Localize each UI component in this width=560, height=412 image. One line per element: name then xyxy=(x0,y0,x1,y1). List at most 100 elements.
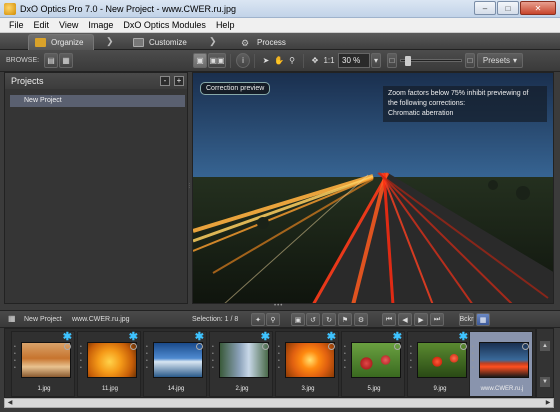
image-preview[interactable]: Correction preview Zoom factors below 75… xyxy=(192,72,554,304)
star-icon: ✱ xyxy=(458,331,468,343)
workflow-tabs: Organize ❯ Customize ❯ ⚙ Process xyxy=(0,33,560,50)
scroll-left-icon[interactable]: ◀ xyxy=(5,399,15,407)
projects-header: Projects - + xyxy=(5,73,187,89)
thumbnail[interactable]: • • • • ✱ 1.jpg xyxy=(11,331,75,397)
thumbnail-name: 11.jpg xyxy=(102,386,118,392)
thumbnail-name: 9.jpg xyxy=(433,386,447,392)
thumbnail[interactable]: • • • • ✱ 11.jpg xyxy=(77,331,141,397)
tab-organize-label: Organize xyxy=(51,38,84,47)
image-icon[interactable]: ▣ xyxy=(291,313,305,326)
menu-image[interactable]: Image xyxy=(83,20,118,30)
hand-icon[interactable]: ✋ xyxy=(273,53,285,68)
browse-folder-button[interactable]: ▤ xyxy=(44,53,58,68)
maximize-button[interactable]: □ xyxy=(497,1,519,15)
chevron-right-icon: ❯ xyxy=(209,36,217,46)
zoom-dropdown-button[interactable]: ▾ xyxy=(371,53,381,68)
status-icon xyxy=(522,343,529,350)
thumbnail[interactable]: • • • • ✱ 5.jpg xyxy=(341,331,405,397)
current-file-name: www.CWER.ru.jpg xyxy=(72,316,130,323)
gear-icon: ⚙ xyxy=(241,37,250,48)
filmstrip-scroll[interactable]: ▲ ▼ xyxy=(536,328,554,398)
zoom-small-icon: □ xyxy=(387,53,397,68)
scroll-up-icon[interactable]: ▲ xyxy=(540,341,550,351)
tab-organize[interactable]: Organize xyxy=(28,34,95,50)
close-button[interactable]: ✕ xyxy=(520,1,556,15)
thumbnail[interactable]: • • • • ✱ 9.jpg xyxy=(407,331,471,397)
chevron-right-icon: ❯ xyxy=(106,36,114,46)
star-icon: ✱ xyxy=(62,331,72,343)
filmstrip: • • • • ✱ 1.jpg • • • • ✱ 11.jpg • • • • ✱ 14.jpg… xyxy=(4,328,536,398)
menu-dxo-optics-modules[interactable]: DxO Optics Modules xyxy=(118,20,211,30)
horizontal-scrollbar[interactable]: ◀ ▶ xyxy=(4,398,554,408)
compare-view-button[interactable]: ▣▣ xyxy=(208,53,226,68)
thumbnail[interactable]: • • • • ✱ 14.jpg xyxy=(143,331,207,397)
status-icon xyxy=(328,343,335,350)
minimize-button[interactable]: – xyxy=(474,1,496,15)
flag-icon[interactable]: ⚑ xyxy=(338,313,352,326)
star-icon: ✱ xyxy=(326,331,336,343)
scroll-right-icon[interactable]: ▶ xyxy=(543,399,553,407)
last-image-icon[interactable]: ⏭ xyxy=(430,313,444,326)
star-icon: ✱ xyxy=(260,331,270,343)
menu-bar: File Edit View Image DxO Optics Modules … xyxy=(0,18,560,33)
thumbnail-name: 5.jpg xyxy=(367,386,381,392)
status-icon xyxy=(130,343,137,350)
add-project-button[interactable]: + xyxy=(174,76,184,86)
status-icon xyxy=(262,343,269,350)
fit-screen-icon[interactable]: ✥ xyxy=(309,53,321,68)
remove-project-button[interactable]: - xyxy=(160,76,170,86)
zoom-slider[interactable] xyxy=(400,56,462,66)
thumbnail-name: 3.jpg xyxy=(301,386,315,392)
pin-icon[interactable]: ⚲ xyxy=(266,313,280,326)
status-icon xyxy=(196,343,203,350)
projects-title: Projects xyxy=(11,76,44,86)
tab-customize[interactable]: Customize xyxy=(133,34,187,50)
thumbnail[interactable]: • • • • ✱ 2.jpg xyxy=(209,331,273,397)
thumbnail-name: 2.jpg xyxy=(235,386,249,392)
status-icon xyxy=(394,343,401,350)
zoom-note-line2: the following corrections: xyxy=(388,100,466,107)
settings-icon[interactable]: ⚙ xyxy=(354,313,368,326)
info-icon[interactable]: i xyxy=(236,53,250,68)
single-view-button[interactable]: ▣ xyxy=(193,53,207,68)
projects-panel: Projects - + New Project xyxy=(4,72,188,304)
zoom-icon[interactable]: ⚲ xyxy=(286,53,298,68)
thumbnail-name: www.CWER.ru.j xyxy=(480,386,524,392)
layout-icon[interactable]: ▦ xyxy=(476,313,490,326)
rotate-left-icon[interactable]: ↺ xyxy=(306,313,320,326)
next-image-icon[interactable]: ▶ xyxy=(414,313,428,326)
tab-process[interactable]: ⚙ Process xyxy=(241,34,286,50)
zoom-slider-thumb[interactable] xyxy=(405,56,411,66)
thumbnail[interactable]: • • • • ✱ 3.jpg xyxy=(275,331,339,397)
menu-edit[interactable]: Edit xyxy=(29,20,55,30)
scroll-down-icon[interactable]: ▼ xyxy=(540,377,550,387)
menu-help[interactable]: Help xyxy=(211,20,240,30)
tab-process-label: Process xyxy=(257,37,286,47)
star-icon: ✱ xyxy=(392,331,402,343)
browse-grid-button[interactable]: ▦ xyxy=(59,53,73,68)
app-icon xyxy=(4,3,16,15)
tag-icon[interactable]: ✦ xyxy=(251,313,265,326)
zoom-level-field[interactable]: 30 % xyxy=(338,53,370,68)
chevron-down-icon: ▾ xyxy=(513,56,518,65)
strip-resize-grip[interactable]: ••• xyxy=(274,303,283,309)
grip-icon: ▦ xyxy=(8,314,16,323)
zoom-note-line3: Chromatic aberration xyxy=(388,110,454,117)
previous-image-icon[interactable]: ◀ xyxy=(398,313,412,326)
one-to-one-button[interactable]: 1:1 xyxy=(322,53,336,68)
first-image-icon[interactable]: ⏮ xyxy=(382,313,396,326)
zoom-note-line1: Zoom factors below 75% inhibit previewin… xyxy=(388,90,529,97)
menu-view[interactable]: View xyxy=(54,20,83,30)
menu-file[interactable]: File xyxy=(4,20,29,30)
rotate-right-icon[interactable]: ↻ xyxy=(322,313,336,326)
black-background-button[interactable]: Bckr xyxy=(459,313,474,326)
pointer-icon[interactable]: ➤ xyxy=(260,53,272,68)
project-name: New Project xyxy=(24,316,62,323)
presets-dropdown[interactable]: Presets ▾ xyxy=(477,53,523,68)
tab-customize-label: Customize xyxy=(149,37,187,47)
panel-resize-grip[interactable]: ⋮ xyxy=(187,183,192,191)
thumbnail-selected[interactable]: • • • • www.CWER.ru.j xyxy=(469,331,533,397)
filmstrip-toolbar: ▦ New Project www.CWER.ru.jpg Selection:… xyxy=(0,310,560,328)
project-item[interactable]: New Project xyxy=(10,95,185,107)
status-icon xyxy=(64,343,71,350)
